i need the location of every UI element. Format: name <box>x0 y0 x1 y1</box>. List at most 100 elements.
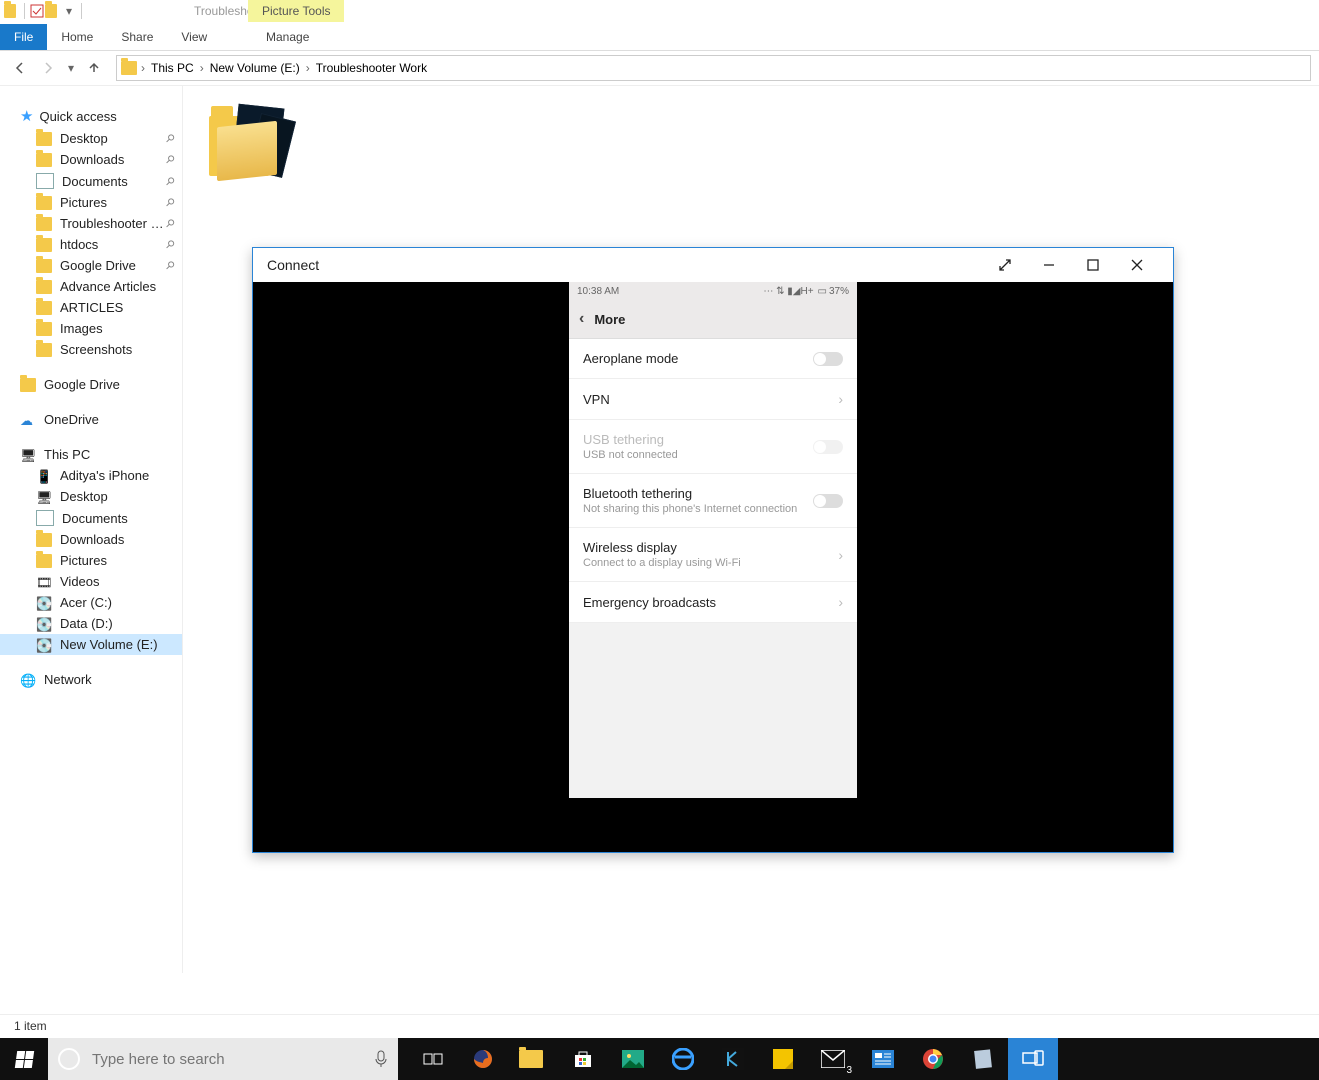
recent-dropdown[interactable]: ▾ <box>64 56 78 80</box>
sidebar-item-this-pc[interactable]: 🖥This PC <box>0 444 182 465</box>
sidebar-item-documents[interactable]: Documents⚲ <box>0 170 182 192</box>
up-button[interactable] <box>82 56 106 80</box>
pin-icon: ⚲ <box>163 174 178 189</box>
pin-icon: ⚲ <box>163 152 178 167</box>
mic-icon[interactable] <box>374 1050 388 1068</box>
tab-share[interactable]: Share <box>107 24 167 50</box>
forward-button <box>36 56 60 80</box>
status-bar: 1 item <box>0 1014 1319 1038</box>
connect-app-icon[interactable] <box>1008 1038 1058 1080</box>
picture-tools-tab[interactable]: Picture Tools <box>248 0 344 22</box>
sidebar-item-troubleshooter[interactable]: Troubleshooter W…⚲ <box>0 213 182 234</box>
sticky-notes-icon[interactable] <box>758 1038 808 1080</box>
sidebar-item-iphone[interactable]: 📱Aditya's iPhone <box>0 465 182 486</box>
connect-window[interactable]: Connect 10:38 AM ⋯ ⇅ ▮◢ H+ ▭ 37% ‹ <box>252 247 1174 853</box>
properties-icon[interactable] <box>29 3 45 19</box>
file-explorer-icon[interactable] <box>508 1038 558 1080</box>
battery-pct: 37% <box>829 286 849 297</box>
address-bar[interactable]: › This PC › New Volume (E:) › Troublesho… <box>116 55 1311 81</box>
sidebar-item-screenshots[interactable]: Screenshots <box>0 339 182 360</box>
taskbar[interactable]: 3 <box>0 1038 1319 1080</box>
sidebar-item-pictures[interactable]: Pictures⚲ <box>0 192 182 213</box>
back-icon[interactable]: ‹ <box>579 310 584 328</box>
edge-icon[interactable] <box>658 1038 708 1080</box>
folder-icon <box>121 61 137 75</box>
tab-file[interactable]: File <box>0 24 47 50</box>
task-view-icon[interactable] <box>408 1038 458 1080</box>
sidebar-item-data-d[interactable]: 💽Data (D:) <box>0 613 182 634</box>
row-label: Emergency broadcasts <box>583 595 838 610</box>
connect-title: Connect <box>267 257 319 273</box>
photos-icon[interactable] <box>608 1038 658 1080</box>
sidebar-item-advance[interactable]: Advance Articles <box>0 276 182 297</box>
sidebar-item-articles-caps[interactable]: ARTICLES <box>0 297 182 318</box>
phone-header: ‹ More <box>569 300 857 339</box>
row-label: VPN <box>583 392 838 407</box>
quick-access-group[interactable]: ★ Quick access <box>0 104 182 128</box>
store-icon[interactable] <box>558 1038 608 1080</box>
folder-item[interactable] <box>209 102 287 192</box>
pin-icon: ⚲ <box>163 258 178 273</box>
row-sublabel: USB not connected <box>583 449 813 461</box>
battery-icon: ▭ <box>818 286 827 297</box>
sidebar-item-onedrive[interactable]: ☁OneDrive <box>0 409 182 430</box>
tab-view[interactable]: View <box>167 24 221 50</box>
sidebar-item-network[interactable]: 🌐Network <box>0 669 182 690</box>
toggle-off-icon[interactable] <box>813 494 843 508</box>
toggle-off-icon[interactable] <box>813 352 843 366</box>
navigation-pane[interactable]: ★ Quick access Desktop⚲ Downloads⚲ Docum… <box>0 86 183 973</box>
crumb-folder[interactable]: Troubleshooter Work <box>310 61 433 75</box>
sidebar-item-videos[interactable]: 🎞Videos <box>0 571 182 592</box>
signal-icon: ⋯ ⇅ ▮◢ <box>763 286 800 297</box>
sidebar-item-desktop2[interactable]: 🖥Desktop <box>0 486 182 507</box>
chrome-icon[interactable] <box>908 1038 958 1080</box>
notes-app-icon[interactable] <box>958 1038 1008 1080</box>
sidebar-item-downloads[interactable]: Downloads⚲ <box>0 149 182 170</box>
chevron-right-icon: › <box>838 547 843 563</box>
crumb-this-pc[interactable]: This PC <box>145 61 200 75</box>
sidebar-item-downloads2[interactable]: Downloads <box>0 529 182 550</box>
row-airplane[interactable]: Aeroplane mode <box>569 339 857 379</box>
tab-manage[interactable]: Manage <box>248 24 327 50</box>
app-k-icon[interactable] <box>708 1038 758 1080</box>
sidebar-item-pictures2[interactable]: Pictures <box>0 550 182 571</box>
ribbon-tabs: File Home Share View Manage <box>0 22 1319 51</box>
row-sublabel: Connect to a display using Wi-Fi <box>583 557 838 569</box>
news-icon[interactable] <box>858 1038 908 1080</box>
sidebar-item-gdrive-root[interactable]: Google Drive <box>0 374 182 395</box>
sidebar-item-acer-c[interactable]: 💽Acer (C:) <box>0 592 182 613</box>
sidebar-item-documents2[interactable]: Documents <box>0 507 182 529</box>
chevron-right-icon: › <box>838 391 843 407</box>
row-vpn[interactable]: VPN › <box>569 379 857 420</box>
sidebar-item-desktop[interactable]: Desktop⚲ <box>0 128 182 149</box>
search-box[interactable] <box>48 1038 398 1080</box>
sidebar-item-gdrive[interactable]: Google Drive⚲ <box>0 255 182 276</box>
star-icon: ★ <box>20 107 33 125</box>
address-bar-row: ▾ › This PC › New Volume (E:) › Troubles… <box>0 51 1319 86</box>
row-bt-tethering[interactable]: Bluetooth tethering Not sharing this pho… <box>569 474 857 528</box>
row-emergency[interactable]: Emergency broadcasts › <box>569 582 857 623</box>
close-button[interactable] <box>1115 251 1159 279</box>
toggle-disabled-icon <box>813 440 843 454</box>
connect-titlebar[interactable]: Connect <box>253 248 1173 282</box>
row-label: Wireless display <box>583 540 677 555</box>
tab-home[interactable]: Home <box>47 24 107 50</box>
start-button[interactable] <box>0 1038 48 1080</box>
back-button[interactable] <box>8 56 32 80</box>
row-label: USB tethering <box>583 432 664 447</box>
firefox-icon[interactable] <box>458 1038 508 1080</box>
minimize-button[interactable] <box>1027 251 1071 279</box>
search-input[interactable] <box>90 1050 374 1069</box>
qat-dropdown-icon[interactable]: ▾ <box>61 3 77 19</box>
sidebar-item-htdocs[interactable]: htdocs⚲ <box>0 234 182 255</box>
sidebar-item-images[interactable]: Images <box>0 318 182 339</box>
mail-icon[interactable]: 3 <box>808 1038 858 1080</box>
cortana-icon[interactable] <box>58 1048 80 1070</box>
row-wireless-display[interactable]: Wireless display Connect to a display us… <box>569 528 857 582</box>
crumb-volume[interactable]: New Volume (E:) <box>204 61 306 75</box>
pin-icon: ⚲ <box>163 131 178 146</box>
maximize-button[interactable] <box>1071 251 1115 279</box>
new-folder-icon[interactable] <box>45 3 61 19</box>
sidebar-item-new-volume-e[interactable]: 💽New Volume (E:) <box>0 634 182 655</box>
expand-button[interactable] <box>983 251 1027 279</box>
